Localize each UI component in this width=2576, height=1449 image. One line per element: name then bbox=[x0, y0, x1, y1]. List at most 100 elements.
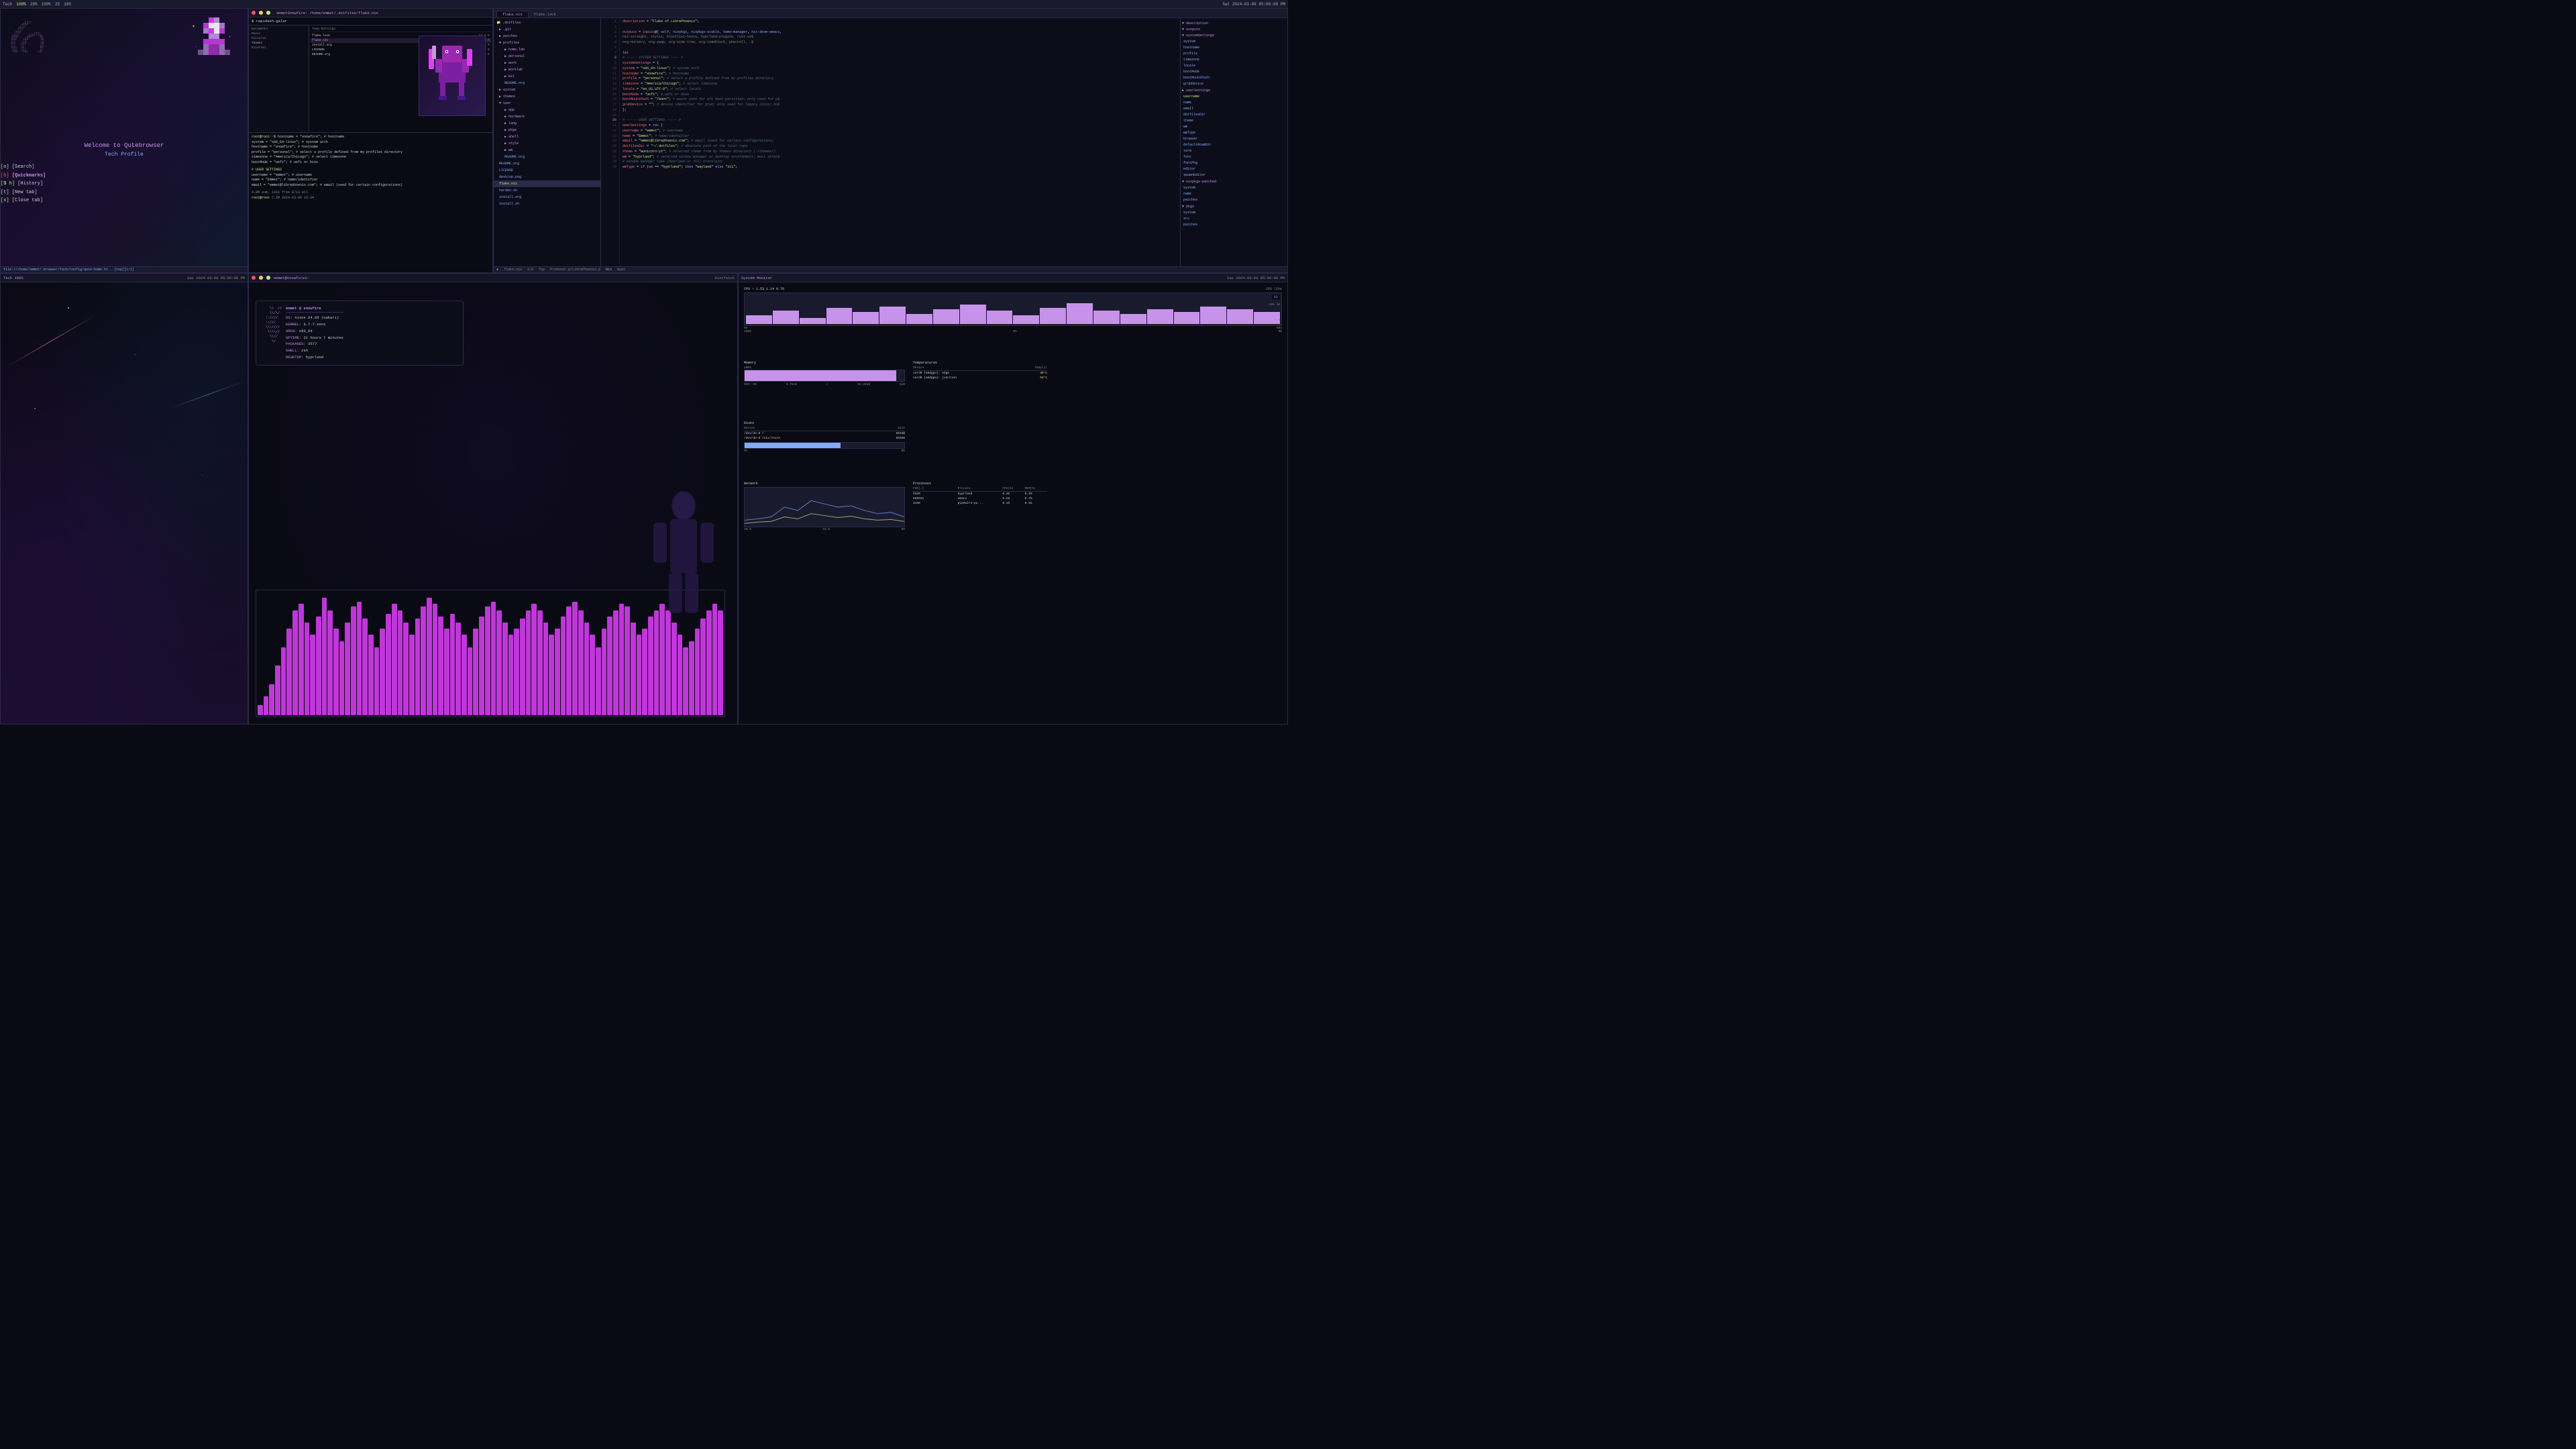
cpu-indicator: 29% bbox=[30, 2, 38, 7]
qute-status-text: file:///home/emmet/.browser/Tech/config/… bbox=[3, 268, 134, 272]
status-branch: main bbox=[617, 268, 625, 272]
rp-fontpkg[interactable]: fontPkg bbox=[1182, 160, 1286, 166]
cpu-section: CPU ~ 1.53 1.14 0.78 CPU like 11 AVG 13 … bbox=[744, 287, 1282, 333]
tree-homelab[interactable]: ▶ home.lab bbox=[494, 46, 600, 53]
cpu-like-label: CPU like bbox=[1266, 287, 1282, 291]
rp-np-system[interactable]: system bbox=[1182, 184, 1286, 191]
rp-system[interactable]: system bbox=[1182, 38, 1286, 44]
mem-used-val: 5.7618 bbox=[786, 383, 797, 386]
qute-menu: [o] [Search] [b] [Quickmarks] [$ h] [His… bbox=[1, 163, 248, 205]
tree-desktop-png[interactable]: desktop.png bbox=[494, 174, 600, 180]
tree-personal[interactable]: ▶ personal bbox=[494, 53, 600, 60]
rp-name[interactable]: name bbox=[1182, 99, 1286, 105]
welcome-text: Welcome to Qutebrowser bbox=[1, 142, 248, 149]
rp-term[interactable]: term bbox=[1182, 148, 1286, 154]
rp-spawneditor[interactable]: spawnEditor bbox=[1182, 172, 1286, 178]
rp-np-name[interactable]: name bbox=[1182, 191, 1286, 197]
network-section: Network 36.010.50% bbox=[744, 482, 905, 531]
rp-browser[interactable]: browser bbox=[1182, 136, 1286, 142]
rp-timezone[interactable]: timezone bbox=[1182, 56, 1286, 62]
tree-install-org[interactable]: install.org bbox=[494, 194, 600, 201]
rp-profile[interactable]: profile bbox=[1182, 50, 1286, 56]
cpu-label: CPU ~ 1.53 1.14 0.78 bbox=[744, 287, 784, 291]
code-content[interactable]: description = "Flake of LibrePhoenix"; o… bbox=[620, 18, 1180, 266]
tree-worklab[interactable]: ▶ worklab bbox=[494, 66, 600, 73]
tab-flake-nix[interactable]: flake.nix bbox=[496, 11, 529, 17]
rp-username[interactable]: username bbox=[1182, 93, 1286, 99]
q5-close[interactable] bbox=[252, 276, 256, 280]
tree-app[interactable]: ▶ app bbox=[494, 107, 600, 113]
tab-flake-lock[interactable]: flake.lock bbox=[529, 11, 561, 17]
rp-locale[interactable]: locale bbox=[1182, 62, 1286, 68]
rp-pkgs-system[interactable]: system bbox=[1182, 209, 1286, 215]
file-tree: 📁 .dotfiles ▶ .git ▶ patches ▼ profiles … bbox=[494, 18, 601, 266]
max-btn[interactable] bbox=[266, 11, 270, 15]
mem-indicator: 100% bbox=[42, 2, 51, 7]
memory-bar bbox=[745, 370, 896, 381]
tree-hardware[interactable]: ▶ hardware bbox=[494, 113, 600, 120]
rp-bootmode[interactable]: bootMode bbox=[1182, 68, 1286, 74]
character-silhouette bbox=[643, 489, 724, 623]
tree-install-sh[interactable]: install.sh bbox=[494, 201, 600, 207]
rp-pkgs-patches[interactable]: patches bbox=[1182, 221, 1286, 227]
tree-wsl[interactable]: ▶ wsl bbox=[494, 73, 600, 80]
tree-readme-root[interactable]: README.org bbox=[494, 160, 600, 167]
min-btn[interactable] bbox=[259, 11, 263, 15]
fm-sidebar: Documents Music Pictures Themes External bbox=[249, 25, 309, 132]
rp-wm[interactable]: wm bbox=[1182, 123, 1286, 129]
rp-bootmountpath[interactable]: bootMountPath bbox=[1182, 74, 1286, 80]
tree-shell[interactable]: ▶ shell bbox=[494, 133, 600, 140]
tree-readme-user[interactable]: README.org bbox=[494, 154, 600, 160]
editor-tabs: flake.nix flake.lock bbox=[494, 9, 1287, 18]
tree-work[interactable]: ▶ work bbox=[494, 60, 600, 66]
proc-row-1: 2520Hyprland0.350.4% bbox=[913, 492, 1047, 496]
svg-text:✦: ✦ bbox=[229, 34, 231, 39]
sysmon-title: System Monitor bbox=[741, 276, 772, 280]
q5-max[interactable] bbox=[266, 276, 270, 280]
status-producer: Producer.p/LibrePhoenix.p bbox=[550, 268, 600, 272]
temperatures-section: Temperatures Device Temp(J) card0 (amdgp… bbox=[913, 361, 1047, 380]
tree-flake-nix[interactable]: flake.nix bbox=[494, 180, 600, 187]
temps-header-device: Device bbox=[913, 366, 924, 370]
rp-np-patches[interactable]: patches bbox=[1182, 197, 1286, 203]
star-3 bbox=[34, 408, 36, 409]
neofetch-visualizer-window: emmet@snowfire1: distfetch \\ // \\/\/ :… bbox=[248, 273, 738, 724]
rp-grubdevice[interactable]: grubDevice bbox=[1182, 80, 1286, 87]
rp-theme[interactable]: theme bbox=[1182, 117, 1286, 123]
cpu-percent: 11 bbox=[1272, 294, 1280, 300]
tree-profiles[interactable]: ▼ profiles bbox=[494, 40, 600, 46]
rp-systemsettings: ▼ systemSettings bbox=[1182, 34, 1286, 38]
rp-email[interactable]: email bbox=[1182, 105, 1286, 111]
shooting-star-1 bbox=[7, 316, 95, 367]
tree-style[interactable]: ▶ style bbox=[494, 140, 600, 147]
rp-hostname[interactable]: hostname bbox=[1182, 44, 1286, 50]
cpu-pct-low: 0% bbox=[1013, 330, 1016, 333]
rp-defaultroamdir[interactable]: defaultRoamDir bbox=[1182, 142, 1286, 148]
fm-terminal: root@root:~$ hostname = "snowfire"; # ho… bbox=[249, 133, 492, 203]
tree-git[interactable]: ▶ .git bbox=[494, 26, 600, 33]
rp-editor[interactable]: editor bbox=[1182, 166, 1286, 172]
tree-themes[interactable]: ▶ themes bbox=[494, 93, 600, 100]
status-position: 3:0 bbox=[527, 268, 533, 272]
qute-welcome-section: Welcome to Qutebrowser Tech Profile [o] … bbox=[1, 142, 248, 205]
tree-readme-profiles[interactable]: README.org bbox=[494, 80, 600, 87]
neofetch-content: \\ // \\/\/ :://// ::/// \\://// \\\\// … bbox=[256, 301, 463, 365]
bg-nebula bbox=[1, 274, 248, 724]
q5-min[interactable] bbox=[259, 276, 263, 280]
tree-wm[interactable]: ▶ wm bbox=[494, 147, 600, 154]
rp-font[interactable]: font bbox=[1182, 154, 1286, 160]
rp-dotfilesdir[interactable]: dotfilesDir bbox=[1182, 111, 1286, 117]
line-numbers: 123 456 78 91011 121314 151617 181920 21… bbox=[601, 18, 620, 266]
tree-system[interactable]: ▶ system bbox=[494, 87, 600, 93]
tree-lang[interactable]: ▶ lang bbox=[494, 120, 600, 127]
rp-pkgs-src[interactable]: src bbox=[1182, 215, 1286, 221]
close-btn[interactable] bbox=[252, 11, 256, 15]
rp-wmtype[interactable]: wmType bbox=[1182, 129, 1286, 136]
tree-pkgs[interactable]: ▶ pkgs bbox=[494, 127, 600, 133]
q5-cmd: distfetch bbox=[714, 276, 735, 280]
tree-patches[interactable]: ▶ patches bbox=[494, 33, 600, 40]
tree-harden-sh[interactable]: harden.sh bbox=[494, 187, 600, 194]
tree-user[interactable]: ▼ user bbox=[494, 100, 600, 107]
fm-title: emmetSnowfire: /home/emmet/.dotfiles/fla… bbox=[276, 11, 378, 15]
tree-license[interactable]: LICENSE bbox=[494, 167, 600, 174]
